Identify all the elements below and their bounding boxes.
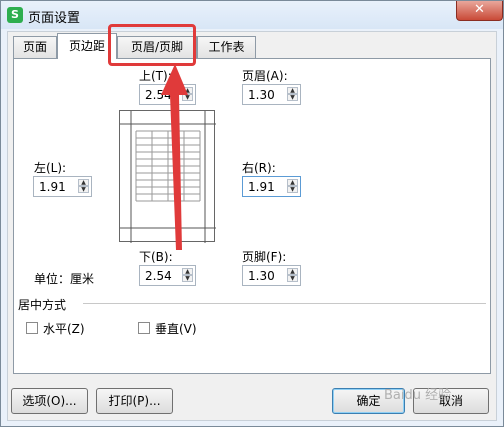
annotation-arrow-icon <box>161 64 188 250</box>
watermark: Baidu 经验 <box>384 388 452 403</box>
